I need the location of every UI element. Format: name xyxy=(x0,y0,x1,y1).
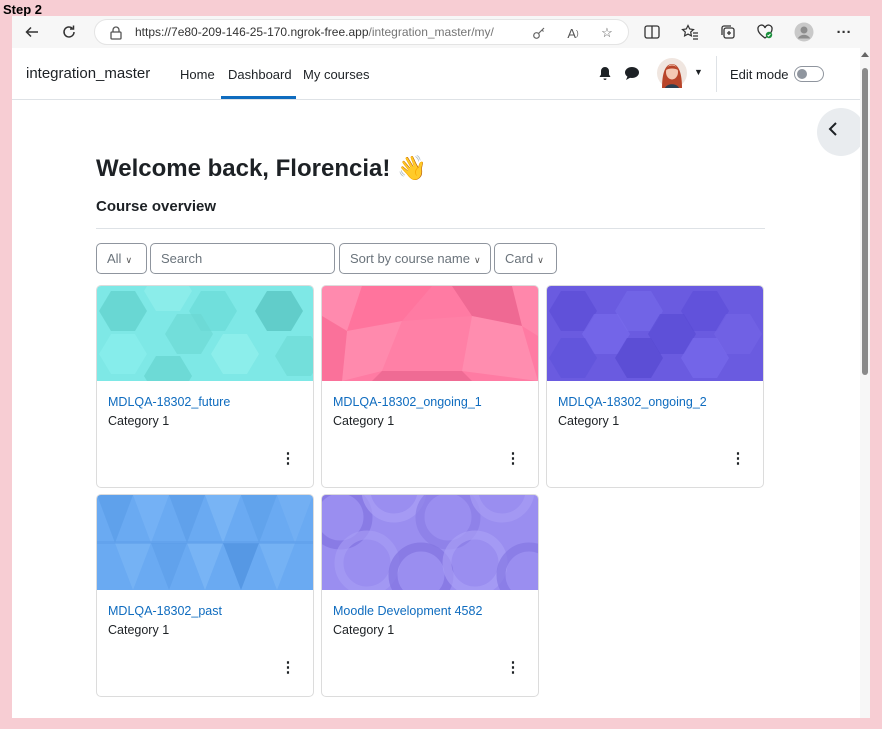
course-card[interactable]: MDLQA-18302_ongoing_1 Category 1 ⋮ xyxy=(321,285,539,488)
section-divider xyxy=(96,228,765,229)
avatar[interactable] xyxy=(657,58,687,93)
collections-icon[interactable] xyxy=(716,20,740,44)
course-name-link[interactable]: MDLQA-18302_past xyxy=(108,604,222,618)
course-card[interactable]: MDLQA-18302_past Category 1 ⋮ xyxy=(96,494,314,697)
course-card[interactable]: Moodle Development 4582 Category 1 ⋮ xyxy=(321,494,539,697)
course-category: Category 1 xyxy=(333,623,395,637)
moodle-page: integration_master Home Dashboard My cou… xyxy=(12,48,860,718)
chevron-down-icon[interactable]: ▼ xyxy=(694,67,703,77)
open-drawer-button[interactable] xyxy=(817,108,860,156)
course-name-link[interactable]: MDLQA-18302_ongoing_1 xyxy=(333,395,482,409)
search-input[interactable] xyxy=(150,243,335,274)
kebab-icon[interactable]: ⋮ xyxy=(280,659,296,677)
kebab-icon[interactable]: ⋮ xyxy=(505,450,521,468)
browser-window: https://7e80-209-146-25-170.ngrok-free.a… xyxy=(12,16,870,718)
kebab-icon[interactable]: ⋮ xyxy=(730,450,746,468)
health-icon[interactable] xyxy=(753,20,777,44)
favorites-icon[interactable] xyxy=(678,20,702,44)
url-host: https://7e80-209-146-25-170.ngrok-free.a… xyxy=(135,25,369,39)
kebab-icon[interactable]: ⋮ xyxy=(280,450,296,468)
course-category: Category 1 xyxy=(333,414,395,428)
chevron-down-icon: ∨ xyxy=(125,255,133,265)
address-bar[interactable]: https://7e80-209-146-25-170.ngrok-free.a… xyxy=(94,19,629,45)
split-screen-icon[interactable] xyxy=(640,20,664,44)
profile-icon[interactable] xyxy=(792,20,816,44)
refresh-icon[interactable] xyxy=(57,20,81,44)
chat-icon[interactable] xyxy=(624,66,640,86)
more-icon[interactable]: ··· xyxy=(832,20,856,44)
scrollbar-thumb[interactable] xyxy=(862,68,868,375)
course-card[interactable]: MDLQA-18302_ongoing_2 Category 1 ⋮ xyxy=(546,285,764,488)
course-category: Category 1 xyxy=(558,414,620,428)
page-scrollbar[interactable] xyxy=(860,48,870,718)
site-brand[interactable]: integration_master xyxy=(26,65,150,82)
active-tab-indicator xyxy=(221,96,296,99)
course-image[interactable] xyxy=(97,495,313,590)
toggle-knob xyxy=(797,69,807,79)
filter-dropdown[interactable]: All ∨ xyxy=(96,243,147,274)
course-image[interactable] xyxy=(322,286,538,381)
key-icon[interactable] xyxy=(531,25,547,41)
step-label: Step 2 xyxy=(3,2,43,17)
browser-toolbar: https://7e80-209-146-25-170.ngrok-free.a… xyxy=(12,16,870,48)
course-name-link[interactable]: MDLQA-18302_future xyxy=(108,395,230,409)
chevron-down-icon: ∨ xyxy=(473,255,481,265)
chevron-left-icon xyxy=(827,121,839,142)
nav-my-courses[interactable]: My courses xyxy=(303,67,369,82)
read-aloud-icon[interactable]: A) xyxy=(565,25,581,41)
navbar-divider xyxy=(716,56,717,92)
favorite-icon[interactable]: ☆ xyxy=(599,25,615,41)
course-category: Category 1 xyxy=(108,414,170,428)
url-text: https://7e80-209-146-25-170.ngrok-free.a… xyxy=(135,25,494,39)
edit-mode-toggle[interactable] xyxy=(794,66,824,82)
url-path: /integration_master/my/ xyxy=(368,25,494,39)
course-image[interactable] xyxy=(97,286,313,381)
sort-label: Sort by course name xyxy=(350,251,470,266)
welcome-heading: Welcome back, Florencia! 👋 xyxy=(96,155,427,182)
top-navbar: integration_master Home Dashboard My cou… xyxy=(12,48,860,100)
back-icon[interactable] xyxy=(20,20,44,44)
kebab-icon[interactable]: ⋮ xyxy=(505,659,521,677)
filter-label: All xyxy=(107,251,122,266)
edit-mode-label: Edit mode xyxy=(730,67,789,82)
scroll-up-arrow[interactable] xyxy=(861,52,869,57)
chevron-down-icon: ∨ xyxy=(537,255,544,265)
sort-dropdown[interactable]: Sort by course name ∨ xyxy=(339,243,491,274)
course-category: Category 1 xyxy=(108,623,170,637)
view-dropdown[interactable]: Card ∨ xyxy=(494,243,557,274)
course-image[interactable] xyxy=(322,495,538,590)
course-image[interactable] xyxy=(547,286,763,381)
view-label: Card xyxy=(505,251,534,266)
lock-icon[interactable] xyxy=(109,25,125,41)
nav-dashboard[interactable]: Dashboard xyxy=(228,67,292,82)
course-name-link[interactable]: MDLQA-18302_ongoing_2 xyxy=(558,395,707,409)
nav-home[interactable]: Home xyxy=(180,67,215,82)
bell-icon[interactable] xyxy=(598,66,612,86)
course-overview-title: Course overview xyxy=(96,198,217,215)
course-name-link[interactable]: Moodle Development 4582 xyxy=(333,604,482,618)
course-card[interactable]: MDLQA-18302_future Category 1 ⋮ xyxy=(96,285,314,488)
